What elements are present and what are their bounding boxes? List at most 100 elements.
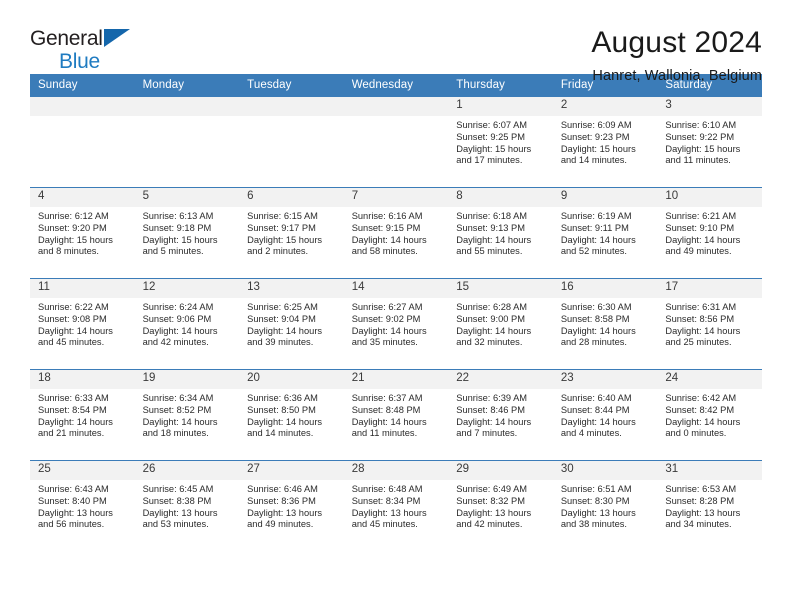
day-details: Sunrise: 6:22 AM Sunset: 9:08 PM Daylight:… xyxy=(30,298,135,349)
day-detail-line: Sunrise: 6:18 AM xyxy=(456,211,528,221)
day-detail-line: Daylight: 14 hours xyxy=(247,416,323,427)
day-detail-line: Daylight: 14 hours xyxy=(351,234,427,245)
calendar-day-cell[interactable]: 20 Sunrise: 6:36 AM Sunset: 8:50 PM Dayligh… xyxy=(239,369,344,461)
calendar-day-cell[interactable]: 7 Sunrise: 6:16 AM Sunset: 9:15 PM Daylight… xyxy=(343,187,449,279)
calendar-day-cell[interactable]: 8 Sunrise: 6:18 AM Sunset: 9:13 PM Daylight… xyxy=(448,187,553,279)
calendar-day-cell[interactable]: 15 Sunrise: 6:28 AM Sunset: 9:00 PM Dayligh… xyxy=(448,278,553,370)
calendar-day-cell[interactable]: 13 Sunrise: 6:25 AM Sunset: 9:04 PM Dayligh… xyxy=(239,278,344,370)
weekday-header-thursday: Thursday xyxy=(448,74,553,97)
day-detail-line: Sunrise: 6:31 AM xyxy=(665,302,737,312)
day-detail-line: and 14 minutes. xyxy=(247,428,314,439)
calendar-day-cell[interactable]: 9 Sunrise: 6:19 AM Sunset: 9:11 PM Daylight… xyxy=(552,187,658,279)
day-detail-line: Sunset: 8:30 PM xyxy=(560,495,630,506)
brand-name-general: General xyxy=(30,27,103,50)
day-detail-line: Sunset: 8:52 PM xyxy=(142,404,212,415)
calendar-day-cell[interactable]: 29 Sunrise: 6:49 AM Sunset: 8:32 PM Dayligh… xyxy=(448,460,553,551)
day-detail-line: and 11 minutes. xyxy=(665,155,731,166)
day-details: Sunrise: 6:07 AM Sunset: 9:25 PM Daylight:… xyxy=(448,116,553,167)
calendar-day-cell[interactable]: 21 Sunrise: 6:37 AM Sunset: 8:48 PM Dayligh… xyxy=(343,369,449,461)
calendar-day-cell[interactable]: 26 Sunrise: 6:45 AM Sunset: 8:38 PM Dayligh… xyxy=(134,460,240,551)
calendar-day-cell[interactable]: 12 Sunrise: 6:24 AM Sunset: 9:06 PM Dayligh… xyxy=(134,278,240,370)
calendar-day-cell[interactable]: 5 Sunrise: 6:13 AM Sunset: 9:18 PM Daylight… xyxy=(134,187,240,279)
day-number: 28 xyxy=(343,461,449,480)
day-detail-line: Sunrise: 6:27 AM xyxy=(351,302,423,312)
day-detail-line: and 42 minutes. xyxy=(456,519,523,530)
day-detail-line: Daylight: 13 hours xyxy=(142,507,218,518)
calendar-day-cell[interactable]: 18 Sunrise: 6:33 AM Sunset: 8:54 PM Dayligh… xyxy=(30,369,135,461)
day-details: Sunrise: 6:43 AM Sunset: 8:40 PM Daylight:… xyxy=(30,480,135,531)
calendar-day-cell[interactable]: 24 Sunrise: 6:42 AM Sunset: 8:42 PM Dayligh… xyxy=(657,369,762,461)
weekday-header-tuesday: Tuesday xyxy=(239,74,344,97)
calendar-day-cell-empty xyxy=(239,96,344,188)
day-number: 17 xyxy=(657,279,762,298)
day-detail-line: Sunrise: 6:53 AM xyxy=(665,484,737,494)
calendar-day-cell[interactable]: 31 Sunrise: 6:53 AM Sunset: 8:28 PM Dayligh… xyxy=(657,460,762,551)
day-detail-line: Sunset: 9:22 PM xyxy=(665,131,735,142)
day-detail-line: and 28 minutes. xyxy=(560,337,627,348)
day-detail-line: Sunrise: 6:34 AM xyxy=(142,393,214,403)
calendar-day-cell[interactable]: 10 Sunrise: 6:21 AM Sunset: 9:10 PM Dayligh… xyxy=(657,187,762,279)
calendar-day-cell[interactable]: 14 Sunrise: 6:27 AM Sunset: 9:02 PM Dayligh… xyxy=(343,278,449,370)
day-detail-line: Sunset: 8:40 PM xyxy=(38,495,107,506)
day-detail-line: Daylight: 14 hours xyxy=(665,416,741,427)
day-detail-line: and 11 minutes. xyxy=(351,428,418,439)
calendar-day-cell[interactable]: 1 Sunrise: 6:07 AM Sunset: 9:25 PM Daylight… xyxy=(448,96,553,188)
calendar-day-cell[interactable]: 27 Sunrise: 6:46 AM Sunset: 8:36 PM Dayligh… xyxy=(239,460,344,551)
calendar-day-cell[interactable]: 19 Sunrise: 6:34 AM Sunset: 8:52 PM Dayligh… xyxy=(134,369,240,461)
day-detail-line: Sunset: 8:54 PM xyxy=(38,404,107,415)
calendar-day-cell[interactable]: 17 Sunrise: 6:31 AM Sunset: 8:56 PM Dayligh… xyxy=(657,278,762,370)
day-detail-line: and 56 minutes. xyxy=(38,519,105,530)
calendar-day-cell[interactable]: 6 Sunrise: 6:15 AM Sunset: 9:17 PM Daylight… xyxy=(239,187,344,279)
day-detail-line: Sunrise: 6:39 AM xyxy=(456,393,528,403)
day-detail-line: Daylight: 15 hours xyxy=(665,143,741,154)
day-number xyxy=(134,97,240,116)
day-number: 15 xyxy=(448,279,553,298)
day-details: Sunrise: 6:37 AM Sunset: 8:48 PM Daylight:… xyxy=(344,389,449,440)
day-detail-line: Sunrise: 6:12 AM xyxy=(38,211,109,221)
calendar-day-cell[interactable]: 23 Sunrise: 6:40 AM Sunset: 8:44 PM Dayligh… xyxy=(552,369,658,461)
calendar-body: 1 Sunrise: 6:07 AM Sunset: 9:25 PM Daylight… xyxy=(30,96,762,551)
day-number: 5 xyxy=(134,188,240,207)
day-detail-line: Sunset: 9:10 PM xyxy=(665,222,735,233)
day-detail-line: Sunrise: 6:22 AM xyxy=(38,302,109,312)
day-details: Sunrise: 6:30 AM Sunset: 8:58 PM Daylight:… xyxy=(553,298,658,349)
calendar-day-cell[interactable]: 30 Sunrise: 6:51 AM Sunset: 8:30 PM Dayligh… xyxy=(552,460,658,551)
triangle-logo-icon xyxy=(104,29,130,47)
brand-logo[interactable]: General Blue xyxy=(30,26,170,73)
day-detail-line: and 8 minutes. xyxy=(38,246,99,257)
day-detail-line: Daylight: 13 hours xyxy=(247,507,323,518)
calendar-day-cell[interactable]: 25 Sunrise: 6:43 AM Sunset: 8:40 PM Dayligh… xyxy=(30,460,135,551)
day-detail-line: Daylight: 13 hours xyxy=(665,507,741,518)
day-detail-line: Sunrise: 6:37 AM xyxy=(351,393,423,403)
brand-name-blue: Blue xyxy=(59,50,100,73)
day-detail-line: and 49 minutes. xyxy=(247,519,314,530)
calendar-page: General Blue August 2024 Hanret, Walloni… xyxy=(0,0,792,612)
day-number: 9 xyxy=(552,188,658,207)
day-number: 29 xyxy=(448,461,553,480)
day-detail-line: Sunrise: 6:33 AM xyxy=(38,393,109,403)
day-details: Sunrise: 6:10 AM Sunset: 9:22 PM Daylight:… xyxy=(657,116,762,167)
day-number: 4 xyxy=(30,188,135,207)
day-number: 30 xyxy=(552,461,658,480)
day-detail-line: Sunset: 8:46 PM xyxy=(456,404,525,415)
calendar-day-cell[interactable]: 16 Sunrise: 6:30 AM Sunset: 8:58 PM Dayligh… xyxy=(552,278,658,370)
calendar-day-cell[interactable]: 22 Sunrise: 6:39 AM Sunset: 8:46 PM Dayligh… xyxy=(448,369,553,461)
calendar-day-cell[interactable]: 28 Sunrise: 6:48 AM Sunset: 8:34 PM Dayligh… xyxy=(343,460,449,551)
day-detail-line: Sunrise: 6:21 AM xyxy=(665,211,737,221)
day-detail-line: Daylight: 14 hours xyxy=(351,325,427,336)
calendar-day-cell[interactable]: 2 Sunrise: 6:09 AM Sunset: 9:23 PM Daylight… xyxy=(552,96,658,188)
calendar-day-cell[interactable]: 3 Sunrise: 6:10 AM Sunset: 9:22 PM Daylight… xyxy=(657,96,762,188)
day-detail-line: and 5 minutes. xyxy=(142,246,204,257)
calendar-day-cell[interactable]: 4 Sunrise: 6:12 AM Sunset: 9:20 PM Daylight… xyxy=(30,187,135,279)
day-detail-line: and 17 minutes. xyxy=(456,155,523,166)
calendar-day-cell-empty xyxy=(343,96,449,188)
day-detail-line: and 42 minutes. xyxy=(142,337,209,348)
day-details: Sunrise: 6:42 AM Sunset: 8:42 PM Daylight:… xyxy=(657,389,762,440)
day-detail-line: Sunset: 8:42 PM xyxy=(665,404,735,415)
weekday-header-sunday: Sunday xyxy=(30,74,135,97)
day-details: Sunrise: 6:25 AM Sunset: 9:04 PM Daylight:… xyxy=(239,298,344,349)
day-detail-line: and 58 minutes. xyxy=(351,246,418,257)
day-detail-line: and 32 minutes. xyxy=(456,337,523,348)
calendar-day-cell[interactable]: 11 Sunrise: 6:22 AM Sunset: 9:08 PM Dayligh… xyxy=(30,278,135,370)
day-details: Sunrise: 6:28 AM Sunset: 9:00 PM Daylight:… xyxy=(448,298,553,349)
